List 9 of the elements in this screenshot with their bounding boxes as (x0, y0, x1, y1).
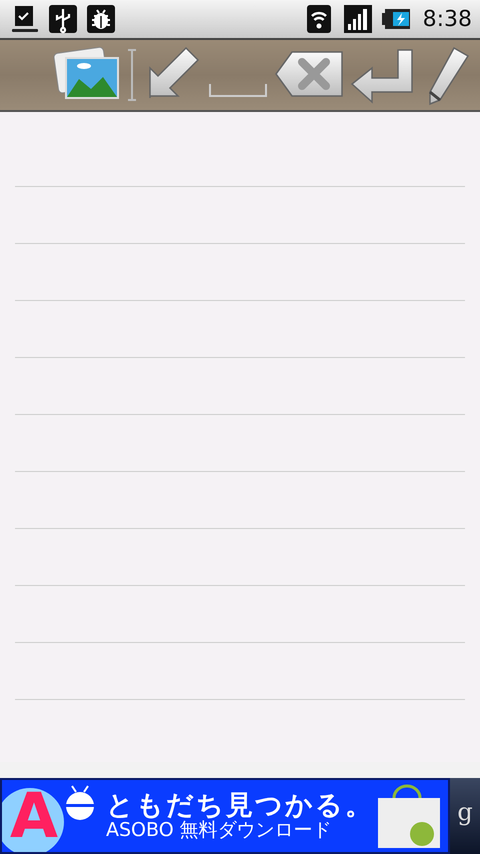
ad-headline: ともだち見つかる。 (106, 790, 374, 820)
ad-banner[interactable]: A ともだち見つかる。 ASOBO 無料ダウンロード (0, 778, 450, 854)
usb-icon (48, 4, 78, 34)
ad-subline: ASOBO 無料ダウンロード (106, 820, 333, 842)
download-icon (10, 4, 40, 34)
ad-logo: A (10, 785, 58, 847)
clock: 8:38 (422, 6, 472, 34)
signal-icon (342, 4, 373, 34)
bug-icon (86, 4, 116, 34)
